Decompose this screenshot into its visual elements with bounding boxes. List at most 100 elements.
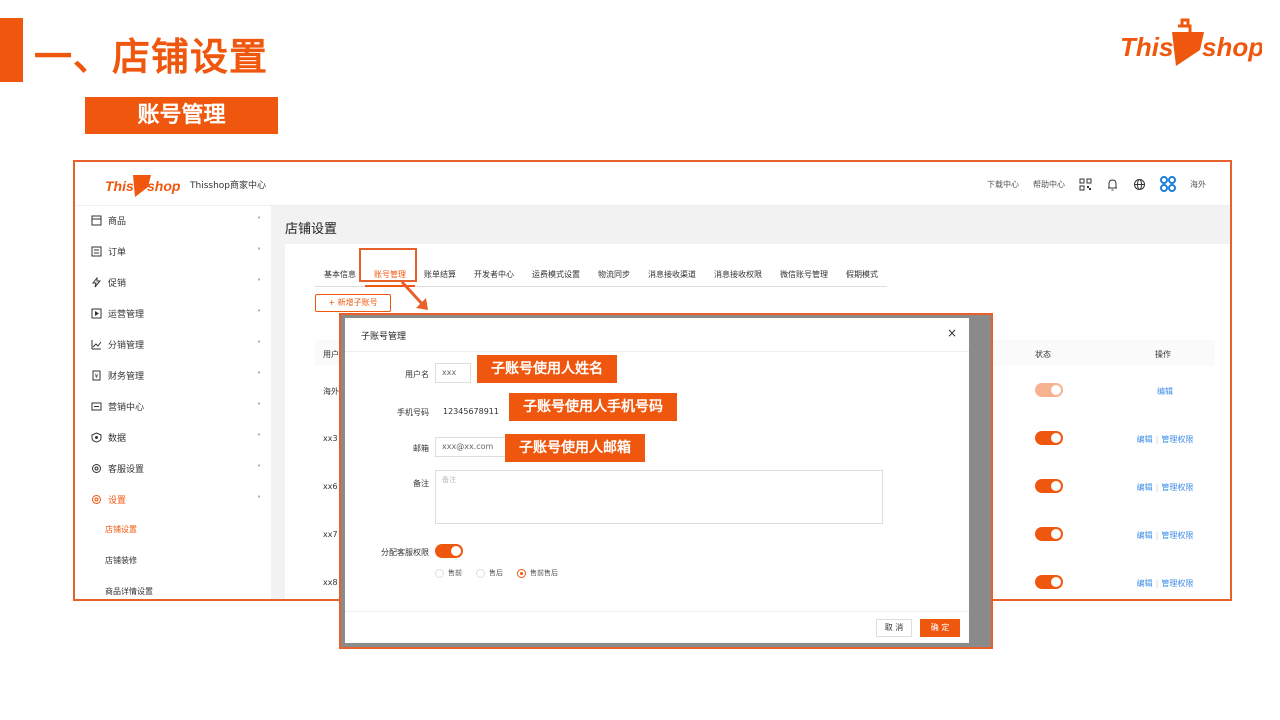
- ops-separator: |: [1155, 579, 1159, 588]
- row-ops: 编辑 | 管理权限: [1115, 530, 1215, 541]
- goods-icon: [91, 215, 102, 225]
- sidebar-item-ops[interactable]: 运营管理 ˅: [91, 303, 267, 323]
- promo-icon: [91, 276, 102, 287]
- modal-overlay: 子账号管理 × 用户名 xxx 手机号码 12345678911 邮箱 xxx@…: [339, 313, 993, 649]
- sidebar-item-settings[interactable]: 设置 ˄: [91, 489, 267, 509]
- qrcode-icon[interactable]: [1079, 178, 1092, 191]
- manage-permission-link[interactable]: 管理权限: [1161, 483, 1193, 492]
- subaccount-modal: 子账号管理 × 用户名 xxx 手机号码 12345678911 邮箱 xxx@…: [345, 318, 969, 643]
- phone-input[interactable]: 12345678911: [443, 407, 499, 416]
- sidebar-item-marketing[interactable]: 营销中心 ˅: [91, 396, 267, 416]
- callout-username: 子账号使用人姓名: [477, 355, 617, 383]
- section-label: 账号管理: [85, 97, 278, 134]
- order-icon: [91, 246, 102, 256]
- manage-permission-link[interactable]: 管理权限: [1161, 435, 1193, 444]
- radio-dot: [476, 568, 485, 578]
- sidebar-item-label: 数据: [108, 433, 127, 444]
- topbar-actions: 下载中心 帮助中心 海外: [987, 176, 1206, 192]
- sidebar-item-promo[interactable]: 促销 ˅: [91, 272, 267, 292]
- radio-label: 售前: [448, 569, 462, 577]
- sidebar-item-distribution[interactable]: 分销管理 ˅: [91, 334, 267, 354]
- status-toggle[interactable]: [1035, 575, 1063, 589]
- settings-icon: [92, 494, 101, 504]
- close-icon[interactable]: ×: [947, 326, 957, 340]
- col-ops: 操作: [1155, 350, 1171, 359]
- chevron-down-icon: ˅: [257, 246, 261, 256]
- app-topbar: This shop Thisshop商家中心 下载中心 帮助中心 海外: [75, 162, 1230, 206]
- email-input[interactable]: xxx@xx.com: [435, 437, 507, 457]
- brand-word-this: This: [1120, 32, 1173, 62]
- edit-link[interactable]: 编辑: [1137, 579, 1153, 588]
- marketing-icon: [91, 402, 102, 410]
- page-title: 一、店铺设置: [34, 35, 269, 79]
- edit-link[interactable]: 编辑: [1137, 483, 1153, 492]
- add-subaccount-button[interactable]: + 新增子账号: [315, 294, 391, 312]
- email-label: 邮箱: [413, 444, 429, 453]
- radio-both[interactable]: 售前售后: [517, 568, 558, 578]
- radio-presale[interactable]: 售前: [435, 568, 462, 578]
- sidebar-sub-product-detail[interactable]: 商品详情设置: [105, 586, 153, 597]
- sidebar-item-label: 财务管理: [108, 371, 145, 382]
- sidebar-item-label: 订单: [108, 247, 127, 258]
- chevron-down-icon: ˅: [257, 277, 261, 287]
- tab-vacation-mode[interactable]: 假期模式: [837, 264, 887, 287]
- tab-basic-info[interactable]: 基本信息: [315, 264, 365, 287]
- globe-icon[interactable]: [1133, 178, 1146, 191]
- row-ops: 编辑 | 管理权限: [1115, 578, 1215, 589]
- sidebar-item-goods[interactable]: 商品 ˅: [91, 210, 267, 230]
- perm-toggle[interactable]: [435, 544, 463, 558]
- tab-wechat-accounts[interactable]: 微信账号管理: [771, 264, 837, 287]
- tab-logistics-sync[interactable]: 物流同步: [589, 264, 639, 287]
- finance-icon: ¥: [92, 370, 101, 380]
- sidebar-item-label: 客服设置: [108, 464, 145, 475]
- edit-link[interactable]: 编辑: [1137, 531, 1153, 540]
- status-toggle[interactable]: [1035, 527, 1063, 541]
- chevron-down-icon: ˅: [257, 370, 261, 380]
- chevron-down-icon: ˅: [257, 339, 261, 349]
- edit-link[interactable]: 编辑: [1157, 387, 1173, 396]
- sidebar-sub-store-decoration[interactable]: 店铺装修: [105, 555, 137, 566]
- sidebar-item-label: 运营管理: [108, 309, 145, 320]
- manage-permission-link[interactable]: 管理权限: [1161, 531, 1193, 540]
- sidebar-sub-store-settings[interactable]: 店铺设置: [105, 524, 137, 535]
- chevron-down-icon: ˅: [257, 401, 261, 411]
- sidebar-item-label: 促销: [108, 278, 127, 289]
- row-ops: 编辑: [1115, 386, 1215, 397]
- sidebar-item-orders[interactable]: 订单 ˅: [91, 241, 267, 261]
- phone-label: 手机号码: [397, 408, 429, 417]
- tab-developer-center[interactable]: 开发者中心: [465, 264, 523, 287]
- help-center-link[interactable]: 帮助中心: [1033, 179, 1065, 190]
- status-toggle[interactable]: [1035, 383, 1063, 397]
- sidebar-item-label: 商品: [108, 216, 127, 227]
- cancel-button[interactable]: 取 消: [876, 619, 912, 637]
- status-toggle[interactable]: [1035, 479, 1063, 493]
- chevron-down-icon: ˅: [257, 308, 261, 318]
- download-center-link[interactable]: 下载中心: [987, 179, 1019, 190]
- region-label[interactable]: 海外: [1190, 179, 1206, 190]
- sidebar-item-finance[interactable]: ¥ 财务管理 ˅: [91, 365, 267, 385]
- chevron-up-icon: ˄: [257, 494, 261, 504]
- tab-shipping-mode[interactable]: 运费模式设置: [523, 264, 589, 287]
- bell-icon[interactable]: [1106, 178, 1119, 191]
- ops-separator: |: [1155, 531, 1159, 540]
- app-name: Thisshop商家中心: [190, 181, 267, 191]
- title-accent-bar: [0, 18, 23, 82]
- manage-permission-link[interactable]: 管理权限: [1161, 579, 1193, 588]
- radio-dot: [435, 568, 444, 578]
- status-toggle[interactable]: [1035, 431, 1063, 445]
- radio-aftersale[interactable]: 售后: [476, 568, 503, 578]
- row-ops: 编辑 | 管理权限: [1115, 482, 1215, 493]
- service-icon: [92, 463, 101, 473]
- edit-link[interactable]: 编辑: [1137, 435, 1153, 444]
- sidebar-item-service[interactable]: 客服设置 ˅: [91, 458, 267, 478]
- username-input[interactable]: xxx: [435, 363, 471, 383]
- perm-radio-group: 售前 售后 售前售后: [435, 568, 558, 578]
- row-ops: 编辑 | 管理权限: [1115, 434, 1215, 445]
- tab-message-permissions[interactable]: 消息接收权限: [705, 264, 771, 287]
- divider: [345, 351, 969, 352]
- note-textarea[interactable]: 备注: [435, 470, 883, 524]
- tab-message-channels[interactable]: 消息接收渠道: [639, 264, 705, 287]
- app-logo[interactable]: This shop: [105, 169, 185, 199]
- sidebar-item-data[interactable]: 数据 ˅: [91, 427, 267, 447]
- confirm-button[interactable]: 确 定: [920, 619, 960, 637]
